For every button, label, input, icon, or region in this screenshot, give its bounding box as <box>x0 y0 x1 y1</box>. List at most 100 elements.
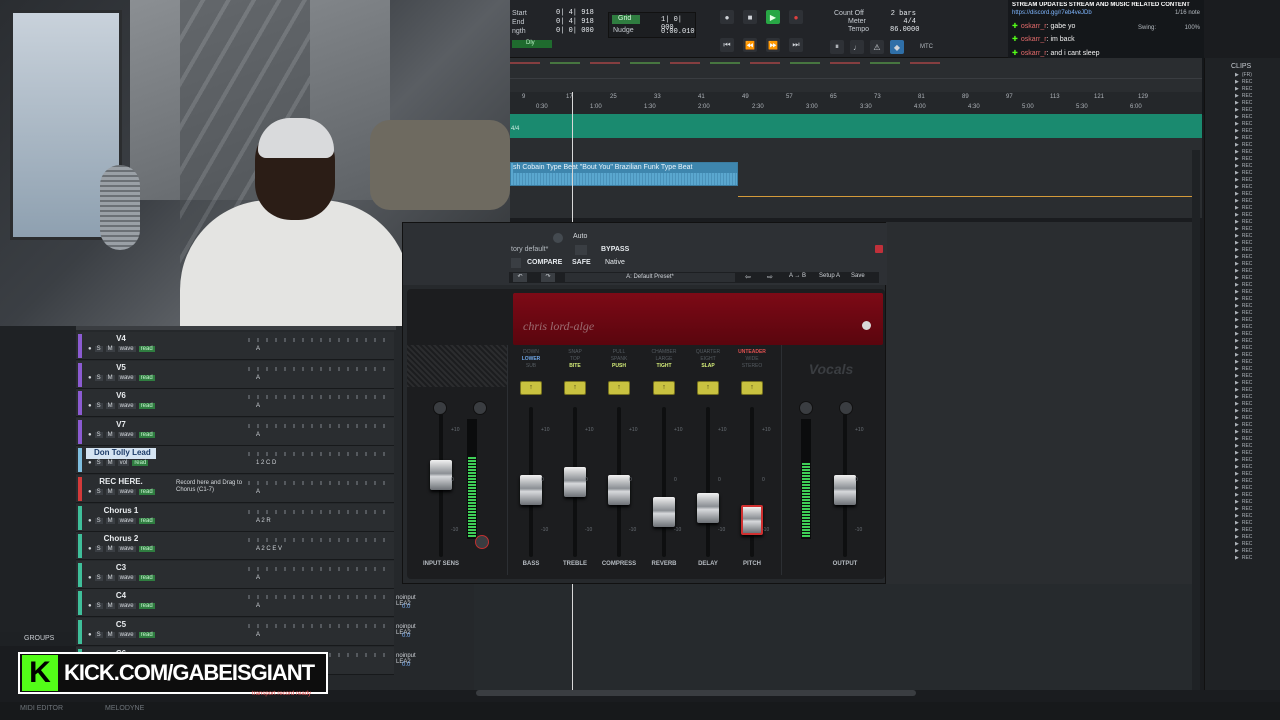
preset-name[interactable]: A: Default Preset* <box>565 273 735 282</box>
selection-values[interactable]: 0| 4| 918 0| 4| 918 0| 0| 000 <box>556 9 594 36</box>
clip-list-row[interactable]: ▶ REC <box>1205 261 1280 268</box>
automation-mode[interactable]: read <box>138 346 155 352</box>
track-row[interactable]: V5 ● S Mwave read A <box>76 360 394 389</box>
clip-list-row[interactable]: ▶ REC <box>1205 359 1280 366</box>
chat-link[interactable]: https://discord.gg/r7eb4veJDb <box>1012 10 1200 20</box>
track-playlist[interactable]: A <box>256 603 260 609</box>
clip-list-row[interactable]: ▶ REC <box>1205 205 1280 212</box>
clips-list[interactable]: ▶ (FR) ▶ REC ▶ REC ▶ REC ▶ REC ▶ REC ▶ REC ▶ REC ▶ REC ▶ RE… <box>1205 72 1280 562</box>
rtz-icon[interactable]: ⏮ <box>720 38 734 52</box>
clip-list-row[interactable]: ▶ REC <box>1205 471 1280 478</box>
solo-button[interactable]: S <box>94 460 103 467</box>
mode-option[interactable]: TIGHT <box>644 363 684 370</box>
mute-button[interactable]: M <box>105 346 115 352</box>
compress-fader[interactable] <box>608 474 630 505</box>
clip-list-row[interactable]: ▶ REC <box>1205 310 1280 317</box>
clip-list-row[interactable]: ▶ REC <box>1205 338 1280 345</box>
track-playlist[interactable]: A <box>256 346 260 352</box>
mode-option[interactable]: PULL <box>599 349 639 356</box>
solo-button[interactable]: S <box>94 374 103 381</box>
nudge-label[interactable]: Nudge <box>613 27 634 34</box>
grid-label[interactable]: Grid <box>612 15 640 24</box>
automation-mode[interactable]: read <box>138 403 155 410</box>
track-volume[interactable]: 0.0 <box>402 633 410 639</box>
track-playlist[interactable]: A <box>256 375 260 381</box>
mute-button[interactable]: M <box>105 603 115 610</box>
delay-fader[interactable] <box>697 492 719 523</box>
mode-option[interactable]: LARGE <box>644 356 684 363</box>
mode-toggle-button[interactable]: ↑ <box>564 381 586 395</box>
clip-list-row[interactable]: ▶ REC <box>1205 268 1280 275</box>
play-icon[interactable]: ▶ <box>766 10 780 24</box>
clip-list-row[interactable]: ▶ REC <box>1205 492 1280 499</box>
view-selector[interactable]: wave <box>117 632 136 638</box>
view-selector[interactable]: wave <box>117 546 136 553</box>
prev-preset-icon[interactable]: ⇦ <box>745 273 751 281</box>
mute-button[interactable]: M <box>105 460 115 467</box>
meter-ruler-lane[interactable]: 4/4 <box>510 114 1202 138</box>
record-enable-icon[interactable]: ● <box>88 603 92 609</box>
length-value[interactable]: 0| 0| 000 <box>556 27 594 36</box>
clip-list-row[interactable]: ▶ REC <box>1205 520 1280 527</box>
vertical-scrollbar[interactable] <box>1192 150 1200 690</box>
clip-list-row[interactable]: ▶ REC <box>1205 373 1280 380</box>
bypass-button[interactable]: BYPASS <box>601 246 629 253</box>
track-name[interactable]: V4 <box>86 334 156 345</box>
clip-list-row[interactable]: ▶ REC <box>1205 114 1280 121</box>
track-name[interactable]: V5 <box>86 363 156 374</box>
clip-list-row[interactable]: ▶ REC <box>1205 506 1280 513</box>
mode-option[interactable]: CHAMBER <box>644 349 684 356</box>
clip-list-row[interactable]: ▶ REC <box>1205 422 1280 429</box>
meter-label[interactable]: Meter <box>834 18 869 26</box>
mute-button[interactable]: M <box>105 546 115 553</box>
redo-icon[interactable]: ↷ <box>541 273 555 282</box>
clip-list-row[interactable]: ▶ REC <box>1205 142 1280 149</box>
record-enable-icon[interactable]: ● <box>88 460 92 466</box>
record-enable-icon[interactable]: ● <box>88 489 92 495</box>
solo-button[interactable]: S <box>94 489 103 495</box>
track-name[interactable]: V7 <box>86 420 156 431</box>
clip-list-row[interactable]: ▶ REC <box>1205 275 1280 282</box>
track-name[interactable]: Chorus 2 <box>86 534 156 545</box>
clip-list-row[interactable]: ▶ REC <box>1205 163 1280 170</box>
fast-forward-icon[interactable]: ⏩ <box>766 38 780 52</box>
clip-list-row[interactable]: ▶ REC <box>1205 387 1280 394</box>
track-row[interactable]: Chorus 1 ● S Mwave read A 2 R <box>76 503 394 532</box>
automation-mode[interactable]: read <box>138 431 155 438</box>
clip-list-row[interactable]: ▶ REC <box>1205 79 1280 86</box>
clip-list-row[interactable]: ▶ REC <box>1205 499 1280 506</box>
count-off-label[interactable]: Count Off <box>834 10 869 18</box>
clip-list-row[interactable]: ▶ REC <box>1205 513 1280 520</box>
ab-button[interactable]: A → B <box>789 273 806 279</box>
trim-knob[interactable] <box>433 401 447 415</box>
clip-list-row[interactable]: ▶ REC <box>1205 324 1280 331</box>
track-playlist[interactable]: A 2 R <box>256 518 271 524</box>
groups-panel[interactable]: GROUPS <box>0 632 76 646</box>
mode-toggle-button[interactable]: ↑ <box>520 381 542 395</box>
melodyne-tab[interactable]: MELODYNE <box>105 705 144 712</box>
mode-option[interactable]: LOWER <box>511 356 551 363</box>
pitch-fader[interactable] <box>741 504 763 535</box>
mode-option[interactable]: WIDE <box>732 356 772 363</box>
track-name[interactable]: V6 <box>86 391 156 402</box>
mode-option[interactable]: QUARTER <box>688 349 728 356</box>
record-enable-icon[interactable]: ● <box>88 346 92 352</box>
clip-list-row[interactable]: ▶ REC <box>1205 352 1280 359</box>
track-row[interactable]: V6 ● S Mwave read A <box>76 389 394 418</box>
chat-username[interactable]: oskarr_r <box>1021 50 1047 57</box>
record-enable-icon[interactable]: ● <box>88 546 92 552</box>
clip-list-row[interactable]: ▶ REC <box>1205 184 1280 191</box>
mode-option[interactable]: UNTEADER <box>732 349 772 356</box>
swing-value[interactable]: 100% <box>1185 25 1200 31</box>
trim-knob[interactable] <box>839 401 853 415</box>
trim-knob[interactable] <box>799 401 813 415</box>
clip-list-row[interactable]: ▶ REC <box>1205 345 1280 352</box>
mode-option[interactable]: SUB <box>511 363 551 370</box>
mode-toggle-button[interactable]: ↑ <box>741 381 763 395</box>
record-icon[interactable]: ● <box>789 10 803 24</box>
loop-icon[interactable]: ⏸ <box>830 40 844 54</box>
track-playlist[interactable]: A <box>256 432 260 438</box>
solo-button[interactable]: S <box>94 574 103 581</box>
track-name[interactable]: C5 <box>86 620 156 631</box>
chat-username[interactable]: oskarr_r <box>1021 36 1047 43</box>
